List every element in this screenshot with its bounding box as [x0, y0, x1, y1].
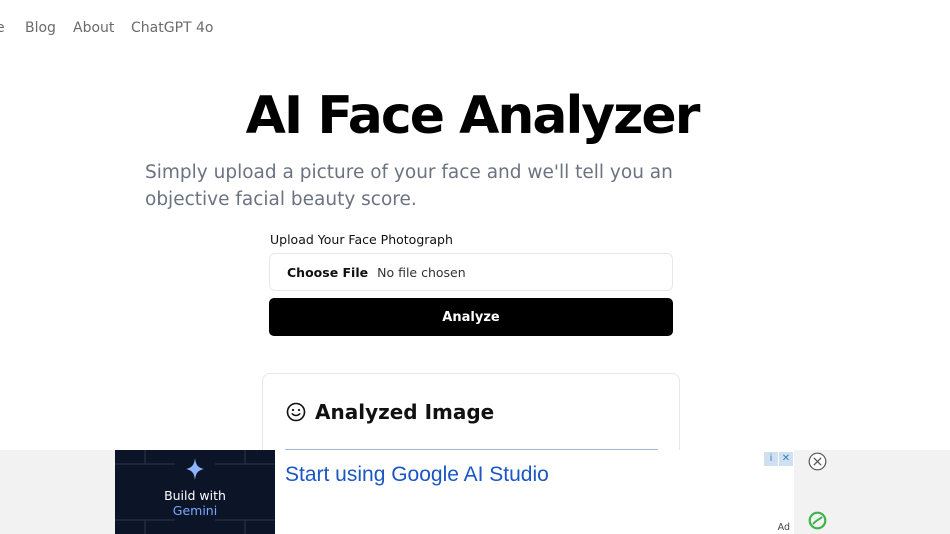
ad-image-text: Build with Gemini — [115, 488, 275, 518]
nav-item-about[interactable]: About — [73, 20, 114, 36]
ad-build-text: Build with — [164, 488, 226, 503]
close-ad-icon[interactable] — [808, 452, 827, 471]
smile-icon — [286, 402, 306, 422]
ad-info-icon[interactable]: i — [764, 452, 778, 466]
ad-label: Ad — [777, 522, 790, 533]
ad-headline[interactable]: Start using Google AI Studio — [285, 463, 549, 487]
card-title: Analyzed Image — [315, 400, 495, 424]
ad-image[interactable]: Build with Gemini — [115, 450, 275, 534]
gemini-star-icon — [186, 458, 204, 480]
page-subtitle: Simply upload a picture of your face and… — [145, 162, 673, 210]
nav-item-chatgpt-4o[interactable]: ChatGPT 4o — [131, 20, 213, 36]
ad-content[interactable]: Start using Google AI Studio i ✕ Ad — [275, 450, 794, 534]
file-status-text: No file chosen — [377, 264, 466, 280]
page-title: AI Face Analyzer — [245, 86, 701, 146]
nav-item-home[interactable]: e — [0, 20, 5, 36]
upload-label: Upload Your Face Photograph — [270, 232, 453, 247]
choose-file-button[interactable]: Choose File — [287, 265, 368, 280]
card-header: Analyzed Image — [286, 400, 494, 424]
ad-gemini-text: Gemini — [172, 503, 218, 518]
file-input[interactable]: Choose File No file chosen — [269, 253, 673, 291]
nav-item-blog[interactable]: Blog — [25, 20, 56, 36]
ad-network-icon[interactable] — [808, 511, 827, 530]
ad-close-x-icon[interactable]: ✕ — [779, 452, 793, 466]
analyze-button[interactable]: Analyze — [269, 298, 673, 336]
ad-choices[interactable]: i ✕ — [764, 452, 793, 466]
